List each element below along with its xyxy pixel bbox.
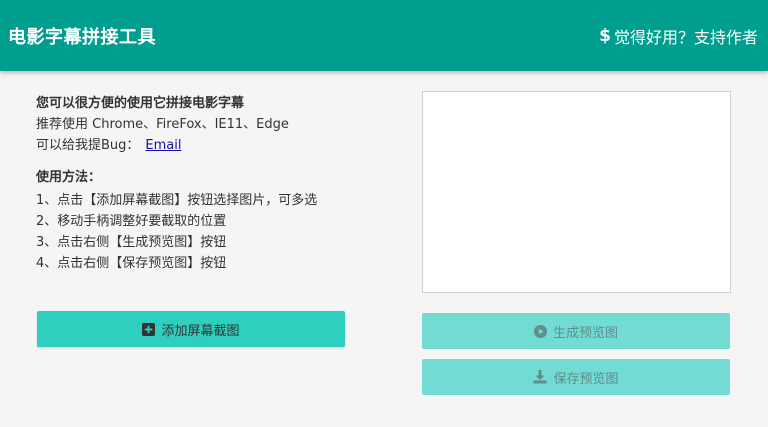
intro-bug-line: 可以给我提Bug： Email [36, 135, 366, 156]
plus-square-icon [142, 322, 156, 336]
instructions-panel: 您可以很方便的使用它拼接电影字幕 推荐使用 Chrome、FireFox、IE1… [36, 93, 366, 274]
support-author-label: 觉得好用？支持作者 [613, 27, 758, 47]
save-preview-button[interactable]: 保存预览图 [422, 359, 730, 395]
support-author-link[interactable]: $ 觉得好用？支持作者 [599, 24, 758, 48]
method-step-4: 4、点击右侧【保存预览图】按钮 [36, 256, 227, 271]
save-preview-label: 保存预览图 [553, 371, 619, 387]
intro-bug-prefix: 可以给我提Bug： [36, 138, 140, 153]
dollar-icon: $ [599, 25, 611, 46]
intro-browsers: 推荐使用 Chrome、FireFox、IE11、Edge [36, 117, 289, 132]
intro-lead: 您可以很方便的使用它拼接电影字幕 [36, 96, 245, 111]
method-step-3: 3、点击右侧【生成预览图】按钮 [36, 235, 227, 250]
app-title: 电影字幕拼接工具 [8, 26, 156, 48]
add-screenshot-button[interactable]: 添加屏幕截图 [37, 311, 345, 347]
download-icon [533, 370, 547, 384]
method-step-1: 1、点击【添加屏幕截图】按钮选择图片，可多选 [36, 193, 318, 208]
add-screenshot-label: 添加屏幕截图 [161, 323, 240, 339]
generate-preview-button[interactable]: 生成预览图 [422, 313, 730, 349]
method-step-2: 2、移动手柄调整好要截取的位置 [36, 214, 227, 229]
play-circle-icon [533, 324, 547, 338]
email-link[interactable]: Email [145, 138, 181, 153]
generate-preview-label: 生成预览图 [552, 325, 618, 341]
method-title: 使用方法： [36, 170, 102, 185]
app-header: 电影字幕拼接工具 $ 觉得好用？支持作者 [0, 0, 768, 71]
preview-canvas [422, 91, 731, 293]
